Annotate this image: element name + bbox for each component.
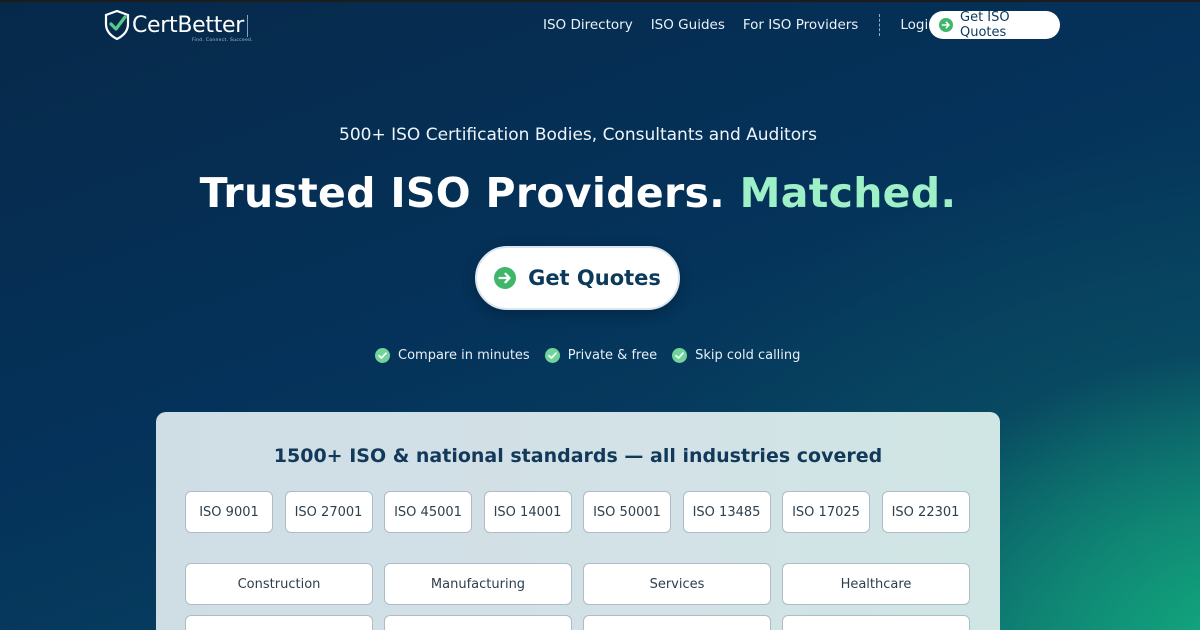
hero-title-accent: Matched. [739, 169, 957, 217]
logo[interactable]: CertBetter Find. Connect. Succeed. [104, 8, 253, 43]
check-circle-icon [544, 348, 560, 363]
nav-link-iso-directory[interactable]: ISO Directory [543, 17, 633, 33]
standard-chip-iso-14001[interactable]: ISO 14001 [483, 491, 572, 533]
get-iso-quotes-label: Get ISO Quotes [960, 10, 1010, 40]
industry-chip[interactable] [782, 615, 970, 630]
get-iso-quotes-button[interactable]: Get ISO Quotes [929, 10, 1060, 40]
arrow-right-circle-icon [939, 18, 953, 32]
nav-divider [879, 14, 881, 36]
logo-divider [247, 14, 249, 37]
get-quotes-button[interactable]: Get Quotes [475, 246, 680, 310]
shield-check-icon [104, 10, 130, 40]
benefit-label: Private & free [567, 348, 658, 363]
top-navigation: CertBetter Find. Connect. Succeed. ISO D… [0, 2, 1200, 46]
industry-chip[interactable] [384, 615, 572, 630]
standard-chip-iso-22301[interactable]: ISO 22301 [881, 491, 970, 533]
benefit-item: Compare in minutes [375, 348, 530, 363]
industry-chip[interactable] [185, 615, 373, 630]
industry-chip-construction[interactable]: Construction [185, 563, 373, 605]
benefit-label: Skip cold calling [695, 348, 801, 363]
hero-subtitle: 500+ ISO Certification Bodies, Consultan… [339, 125, 817, 145]
arrow-right-circle-icon [494, 267, 517, 289]
benefit-item: Private & free [544, 348, 658, 363]
benefit-label: Compare in minutes [398, 348, 530, 363]
check-circle-icon [375, 348, 390, 363]
industries-list: Construction Manufacturing Services Heal… [185, 563, 970, 605]
industry-chip-services[interactable]: Services [583, 563, 771, 605]
benefits-list: Compare in minutes Private & free Skip c… [375, 348, 800, 363]
nav-link-iso-guides[interactable]: ISO Guides [651, 17, 725, 33]
industries-list-row-2 [185, 615, 970, 630]
standards-panel: 1500+ ISO & national standards — all ind… [156, 412, 1000, 630]
check-circle-icon [672, 348, 688, 363]
standard-chip-iso-17025[interactable]: ISO 17025 [782, 491, 870, 533]
standard-chip-iso-9001[interactable]: ISO 9001 [185, 491, 273, 533]
panel-title: 1500+ ISO & national standards — all ind… [273, 445, 883, 467]
logo-tagline: Find. Connect. Succeed. [192, 37, 253, 43]
standard-chip-iso-50001[interactable]: ISO 50001 [583, 491, 671, 533]
hero-title: Trusted ISO Providers. Matched. [0, 169, 1156, 217]
logo-text: CertBetter Find. Connect. Succeed. [132, 12, 253, 43]
industry-chip-healthcare[interactable]: Healthcare [782, 563, 970, 605]
nav-links: ISO Directory ISO Guides For ISO Provide… [543, 14, 956, 36]
industry-chip-manufacturing[interactable]: Manufacturing [384, 563, 572, 605]
standards-list: ISO 9001 ISO 27001 ISO 45001 ISO 14001 I… [185, 491, 970, 533]
standard-chip-iso-13485[interactable]: ISO 13485 [682, 491, 771, 533]
logo-wordmark: CertBetter [132, 12, 245, 38]
standard-chip-iso-45001[interactable]: ISO 45001 [384, 491, 472, 533]
hero-title-main: Trusted ISO Providers. [199, 169, 726, 217]
nav-link-for-iso-providers[interactable]: For ISO Providers [743, 17, 858, 33]
industry-chip[interactable] [583, 615, 771, 630]
get-quotes-label: Get Quotes [528, 266, 661, 290]
benefit-item: Skip cold calling [672, 348, 800, 363]
standard-chip-iso-27001[interactable]: ISO 27001 [284, 491, 373, 533]
